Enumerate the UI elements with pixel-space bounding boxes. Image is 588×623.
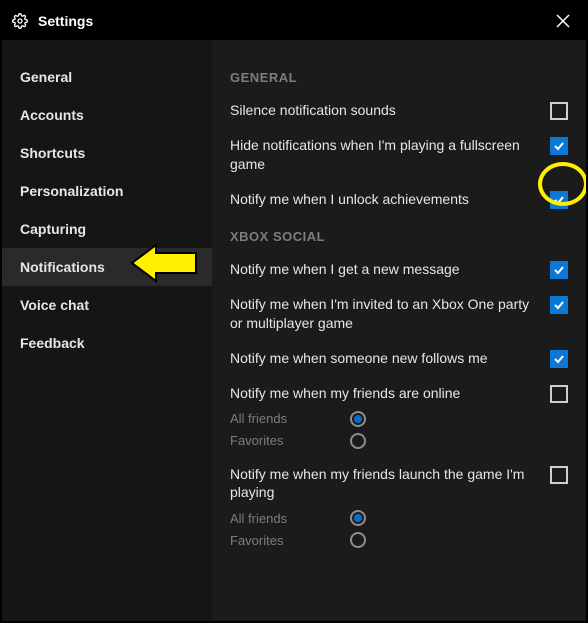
setting-label: Notify me when I unlock achievements [230, 190, 550, 209]
radio-favorites-online[interactable] [350, 433, 366, 449]
content-pane: GENERAL Silence notification sounds Hide… [212, 40, 586, 621]
titlebar: Settings [2, 2, 586, 40]
radio-row: All friends [230, 510, 568, 526]
setting-label: Notify me when my friends launch the gam… [230, 465, 550, 503]
sidebar-item-label: Personalization [20, 183, 123, 199]
radio-label: All friends [230, 411, 310, 426]
section-heading-general: GENERAL [230, 70, 568, 85]
radio-favorites-launch[interactable] [350, 532, 366, 548]
radio-all-friends-online[interactable] [350, 411, 366, 427]
sidebar-item-label: Feedback [20, 335, 85, 351]
checkbox-friends-online[interactable] [550, 385, 568, 403]
setting-label: Notify me when I get a new message [230, 260, 550, 279]
radio-row: Favorites [230, 532, 568, 548]
setting-row: Notify me when someone new follows me [230, 349, 568, 368]
checkbox-party-invite[interactable] [550, 296, 568, 314]
radio-row: Favorites [230, 433, 568, 449]
sidebar-item-capturing[interactable]: Capturing [2, 210, 212, 248]
radio-row: All friends [230, 411, 568, 427]
checkbox-new-follower[interactable] [550, 350, 568, 368]
sidebar-item-feedback[interactable]: Feedback [2, 324, 212, 362]
checkbox-new-message[interactable] [550, 261, 568, 279]
sidebar-item-general[interactable]: General [2, 58, 212, 96]
setting-row: Notify me when I unlock achievements [230, 190, 568, 209]
setting-row: Notify me when I'm invited to an Xbox On… [230, 295, 568, 333]
checkbox-achievements[interactable] [550, 191, 568, 209]
setting-label: Silence notification sounds [230, 101, 550, 120]
checkbox-silence-sounds[interactable] [550, 102, 568, 120]
sidebar-item-label: Capturing [20, 221, 86, 237]
section-heading-xbox-social: XBOX SOCIAL [230, 229, 568, 244]
sidebar-item-accounts[interactable]: Accounts [2, 96, 212, 134]
sidebar-item-notifications[interactable]: Notifications [2, 248, 212, 286]
setting-label: Notify me when I'm invited to an Xbox On… [230, 295, 550, 333]
gear-icon [12, 13, 28, 29]
sidebar-item-label: General [20, 69, 72, 85]
setting-label: Hide notifications when I'm playing a fu… [230, 136, 550, 174]
radio-label: Favorites [230, 433, 310, 448]
sidebar-item-label: Accounts [20, 107, 84, 123]
setting-row: Hide notifications when I'm playing a fu… [230, 136, 568, 174]
setting-row: Notify me when my friends launch the gam… [230, 465, 568, 503]
sidebar-item-voice-chat[interactable]: Voice chat [2, 286, 212, 324]
sidebar-item-personalization[interactable]: Personalization [2, 172, 212, 210]
sidebar-item-label: Voice chat [20, 297, 89, 313]
sidebar-item-shortcuts[interactable]: Shortcuts [2, 134, 212, 172]
checkbox-friends-launch-game[interactable] [550, 466, 568, 484]
close-icon[interactable] [550, 8, 576, 34]
checkbox-hide-fullscreen[interactable] [550, 137, 568, 155]
window-title: Settings [38, 13, 550, 29]
setting-row: Silence notification sounds [230, 101, 568, 120]
radio-label: All friends [230, 511, 310, 526]
sidebar-item-label: Shortcuts [20, 145, 85, 161]
setting-row: Notify me when my friends are online [230, 384, 568, 403]
sidebar-item-label: Notifications [20, 259, 105, 275]
setting-row: Notify me when I get a new message [230, 260, 568, 279]
sidebar: General Accounts Shortcuts Personalizati… [2, 40, 212, 621]
radio-label: Favorites [230, 533, 310, 548]
setting-label: Notify me when my friends are online [230, 384, 550, 403]
setting-label: Notify me when someone new follows me [230, 349, 550, 368]
radio-all-friends-launch[interactable] [350, 510, 366, 526]
